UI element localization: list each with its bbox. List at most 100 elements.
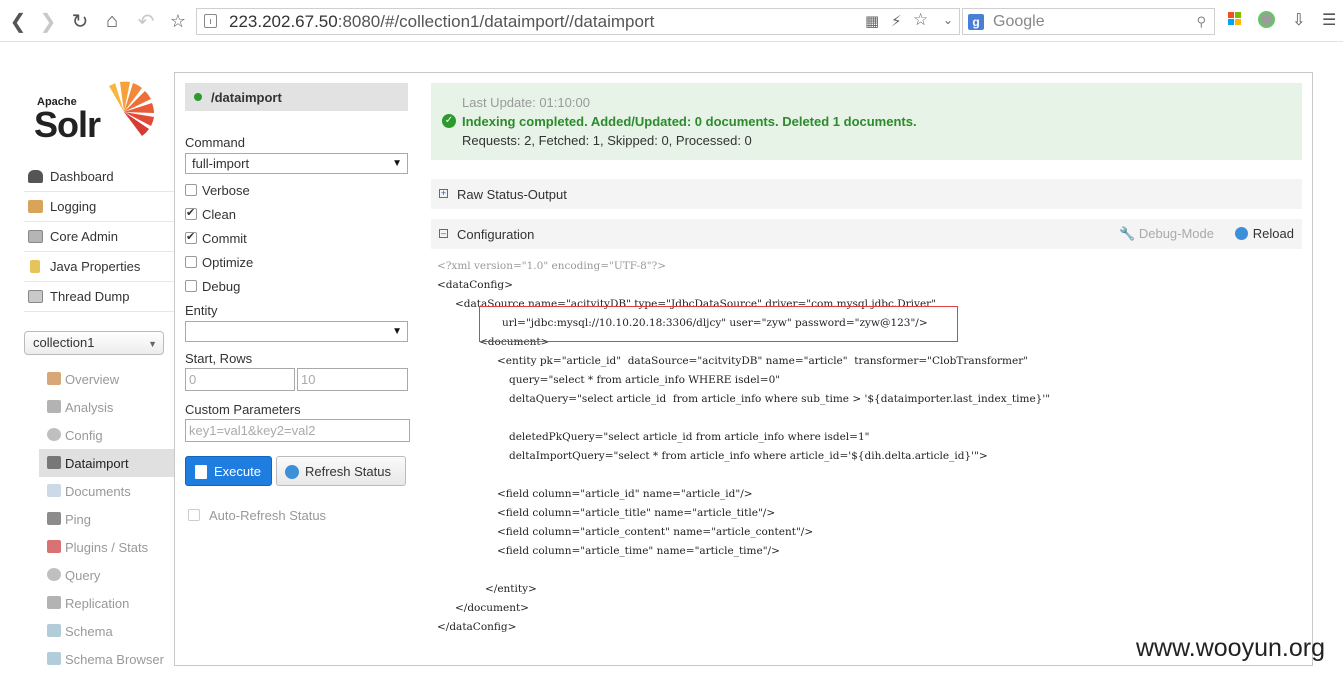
core-menu-analysis[interactable]: Analysis [39, 393, 174, 421]
nav-dashboard[interactable]: Dashboard [24, 162, 174, 192]
chevron-down-icon: ▼ [392, 326, 402, 337]
refresh-icon [285, 465, 299, 479]
core-menu-schema[interactable]: Schema [39, 617, 174, 645]
bookmark-star-icon[interactable]: ☆ [913, 10, 928, 30]
execute-button[interactable]: Execute [185, 456, 272, 486]
wrench-icon: 🔧 [1119, 226, 1136, 241]
auto-refresh-checkbox[interactable]: Auto-Refresh Status [188, 506, 326, 524]
extension-icon[interactable] [1258, 11, 1275, 28]
search-bar[interactable]: g Google ⚲ [962, 8, 1215, 35]
main-nav: Dashboard Logging Core Admin Java Proper… [24, 162, 174, 312]
apps-icon[interactable] [1228, 12, 1242, 26]
page-info-icon[interactable] [204, 14, 217, 28]
checkbox-icon[interactable] [185, 280, 197, 292]
nav-core-admin[interactable]: Core Admin [24, 222, 174, 252]
xml-line: </dataConfig> [437, 621, 517, 633]
reload-icon[interactable]: ↻ [68, 9, 92, 33]
core-menu-dataimport[interactable]: Dataimport [39, 449, 174, 477]
raw-status-section[interactable]: + Raw Status-Output [431, 179, 1302, 209]
entity-select[interactable]: ▼ [185, 321, 408, 342]
menu-icon[interactable]: ☰ [1322, 10, 1336, 30]
forward-icon[interactable]: ❯ [36, 9, 60, 33]
url-text[interactable]: 223.202.67.50:8080/#/collection1/dataimp… [229, 12, 654, 32]
xml-line: <?xml version="1.0" encoding="UTF-8"?> [437, 260, 667, 272]
commit-checkbox[interactable]: Commit [185, 229, 247, 247]
core-selector[interactable]: collection1 ▼ [24, 331, 164, 355]
command-label: Command [185, 135, 245, 150]
checkbox-icon[interactable] [185, 256, 197, 268]
lightning-icon[interactable]: ⚡ [891, 12, 902, 30]
dropdown-chevron-icon[interactable]: ⌄ [943, 13, 953, 27]
start-input[interactable]: 0 [185, 368, 295, 391]
status-message: Indexing completed. Added/Updated: 0 doc… [462, 114, 917, 129]
highlight-box [479, 306, 958, 342]
custom-params-input[interactable]: key1=val1&key2=val2 [185, 419, 410, 442]
clean-checkbox[interactable]: Clean [185, 205, 236, 223]
home-icon [47, 372, 61, 385]
refresh-status-button[interactable]: Refresh Status [276, 456, 406, 486]
star-icon[interactable]: ☆ [166, 9, 190, 33]
collapse-icon[interactable]: – [439, 229, 448, 238]
search-icon[interactable]: ⚲ [1196, 14, 1206, 30]
entity-label: Entity [185, 303, 218, 318]
handler-item[interactable]: /dataimport [185, 83, 408, 111]
watermark: www.wooyun.org [1136, 634, 1325, 662]
back-icon[interactable]: ❮ [6, 9, 30, 33]
chevron-down-icon: ▼ [148, 339, 157, 349]
checkbox-icon[interactable] [188, 509, 200, 521]
xml-line: <field column="article_title" name="arti… [497, 507, 776, 519]
funnel-icon [47, 400, 61, 413]
debug-mode-button[interactable]: 🔧 Debug-Mode [1119, 226, 1214, 242]
thread-dump-icon [28, 290, 43, 303]
configuration-section[interactable]: – Configuration 🔧 Debug-Mode Reload [431, 219, 1302, 249]
core-menu-documents[interactable]: Documents [39, 477, 174, 505]
core-menu-schema-browser[interactable]: Schema Browser [39, 645, 174, 673]
solr-logo[interactable]: Apache Solr [34, 80, 158, 145]
success-check-icon: ✓ [442, 114, 456, 128]
address-bar[interactable]: 223.202.67.50:8080/#/collection1/dataimp… [196, 8, 960, 35]
checkbox-icon[interactable] [185, 184, 197, 196]
debug-checkbox[interactable]: Debug [185, 277, 240, 295]
qr-code-icon[interactable]: ▦ [865, 12, 879, 30]
xml-line: <field column="article_content" name="ar… [497, 526, 814, 538]
checkbox-checked-icon[interactable] [185, 206, 197, 220]
rows-input[interactable]: 10 [297, 368, 408, 391]
core-admin-icon [28, 230, 43, 243]
optimize-checkbox[interactable]: Optimize [185, 253, 253, 271]
reload-button[interactable]: Reload [1234, 226, 1294, 241]
logging-icon [28, 200, 43, 213]
home-icon[interactable]: ⌂ [100, 9, 124, 33]
chevron-down-icon: ▼ [392, 158, 402, 169]
verbose-checkbox[interactable]: Verbose [185, 181, 250, 199]
nav-java-properties[interactable]: Java Properties [24, 252, 174, 282]
checkbox-checked-icon[interactable] [185, 230, 197, 244]
expand-icon[interactable]: + [439, 189, 448, 198]
core-menu-plugins[interactable]: Plugins / Stats [39, 533, 174, 561]
browser-toolbar: ❮ ❯ ↻ ⌂ ↶ ☆ 223.202.67.50:8080/#/collect… [0, 0, 1343, 42]
core-menu-ping[interactable]: Ping [39, 505, 174, 533]
xml-line: deltaQuery="select article_id from artic… [509, 393, 1051, 405]
nav-logging[interactable]: Logging [24, 192, 174, 222]
replication-icon [47, 596, 61, 609]
core-menu-config[interactable]: Config [39, 421, 174, 449]
java-icon [30, 260, 40, 273]
core-menu-replication[interactable]: Replication [39, 589, 174, 617]
xml-line: </entity> [485, 583, 537, 595]
plugins-icon [47, 540, 61, 553]
command-select[interactable]: full-import ▼ [185, 153, 408, 174]
execute-icon [195, 465, 207, 479]
nav-thread-dump[interactable]: Thread Dump [24, 282, 174, 312]
undo-icon[interactable]: ↶ [134, 9, 158, 33]
status-dot-icon [194, 93, 202, 101]
core-menu-query[interactable]: Query [39, 561, 174, 589]
dataimport-icon [47, 456, 61, 469]
ping-icon [47, 512, 61, 525]
magnifier-icon [47, 568, 61, 581]
search-input[interactable]: Google [993, 13, 1045, 31]
core-menu-overview[interactable]: Overview [39, 365, 174, 393]
schema-browser-icon [47, 652, 61, 665]
google-icon: g [968, 14, 984, 30]
download-icon[interactable]: ⇩ [1292, 10, 1305, 30]
core-menu: Overview Analysis Config Dataimport Docu… [39, 365, 174, 673]
status-panel: Last Update: 01:10:00 ✓ Indexing complet… [431, 83, 1302, 160]
